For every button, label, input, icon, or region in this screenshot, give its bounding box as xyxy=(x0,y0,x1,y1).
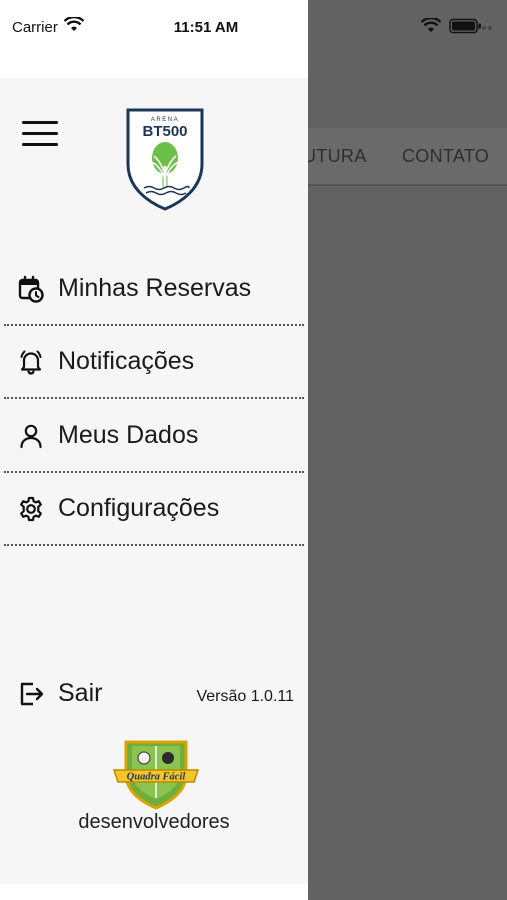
status-bar: Carrier 11:51 AM xyxy=(0,0,308,78)
menu-label: Configurações xyxy=(58,494,220,523)
gear-icon xyxy=(17,495,45,523)
hamburger-line xyxy=(22,143,58,146)
hamburger-line xyxy=(22,132,58,135)
hamburger-line xyxy=(22,121,58,124)
menu-item-meus-dados[interactable]: Meus Dados xyxy=(0,399,308,473)
hamburger-menu-button[interactable] xyxy=(22,121,58,147)
drawer-menu: Minhas Reservas Notificações Meus Dados xyxy=(0,252,308,546)
badge-text: Quadra Fácil xyxy=(127,772,186,783)
bottom-bar xyxy=(0,884,308,900)
logout-icon xyxy=(20,682,44,706)
quadra-facil-logo: Quadra Fácil xyxy=(112,740,200,810)
menu-item-configuracoes[interactable]: Configurações xyxy=(0,473,308,547)
side-drawer: Carrier 11:51 AM ARENA BT500 Minhas Rese… xyxy=(0,0,308,900)
logout-button[interactable]: Sair xyxy=(0,672,190,718)
calendar-clock-icon xyxy=(17,275,45,303)
wifi-icon xyxy=(421,18,441,32)
logout-label: Sair xyxy=(58,679,103,707)
menu-item-notificacoes[interactable]: Notificações xyxy=(0,326,308,400)
version-label: Versão 1.0.11 xyxy=(196,688,294,705)
background-tab-estrutura: UTURA xyxy=(303,146,367,166)
developers-label: desenvolvedores xyxy=(78,811,230,833)
status-time: 11:51 AM xyxy=(173,19,239,36)
menu-label: Meus Dados xyxy=(58,420,199,449)
menu-label: Notificações xyxy=(58,347,195,376)
arena-bt500-logo: ARENA BT500 xyxy=(126,108,204,211)
bell-icon xyxy=(17,348,45,376)
user-icon xyxy=(17,422,45,450)
menu-item-minhas-reservas[interactable]: Minhas Reservas xyxy=(0,252,308,326)
menu-label: Minhas Reservas xyxy=(58,273,252,302)
battery-icon xyxy=(449,18,481,34)
logo-brand-text: BT500 xyxy=(142,123,187,140)
background-tab-contato: CONTATO xyxy=(402,146,490,166)
